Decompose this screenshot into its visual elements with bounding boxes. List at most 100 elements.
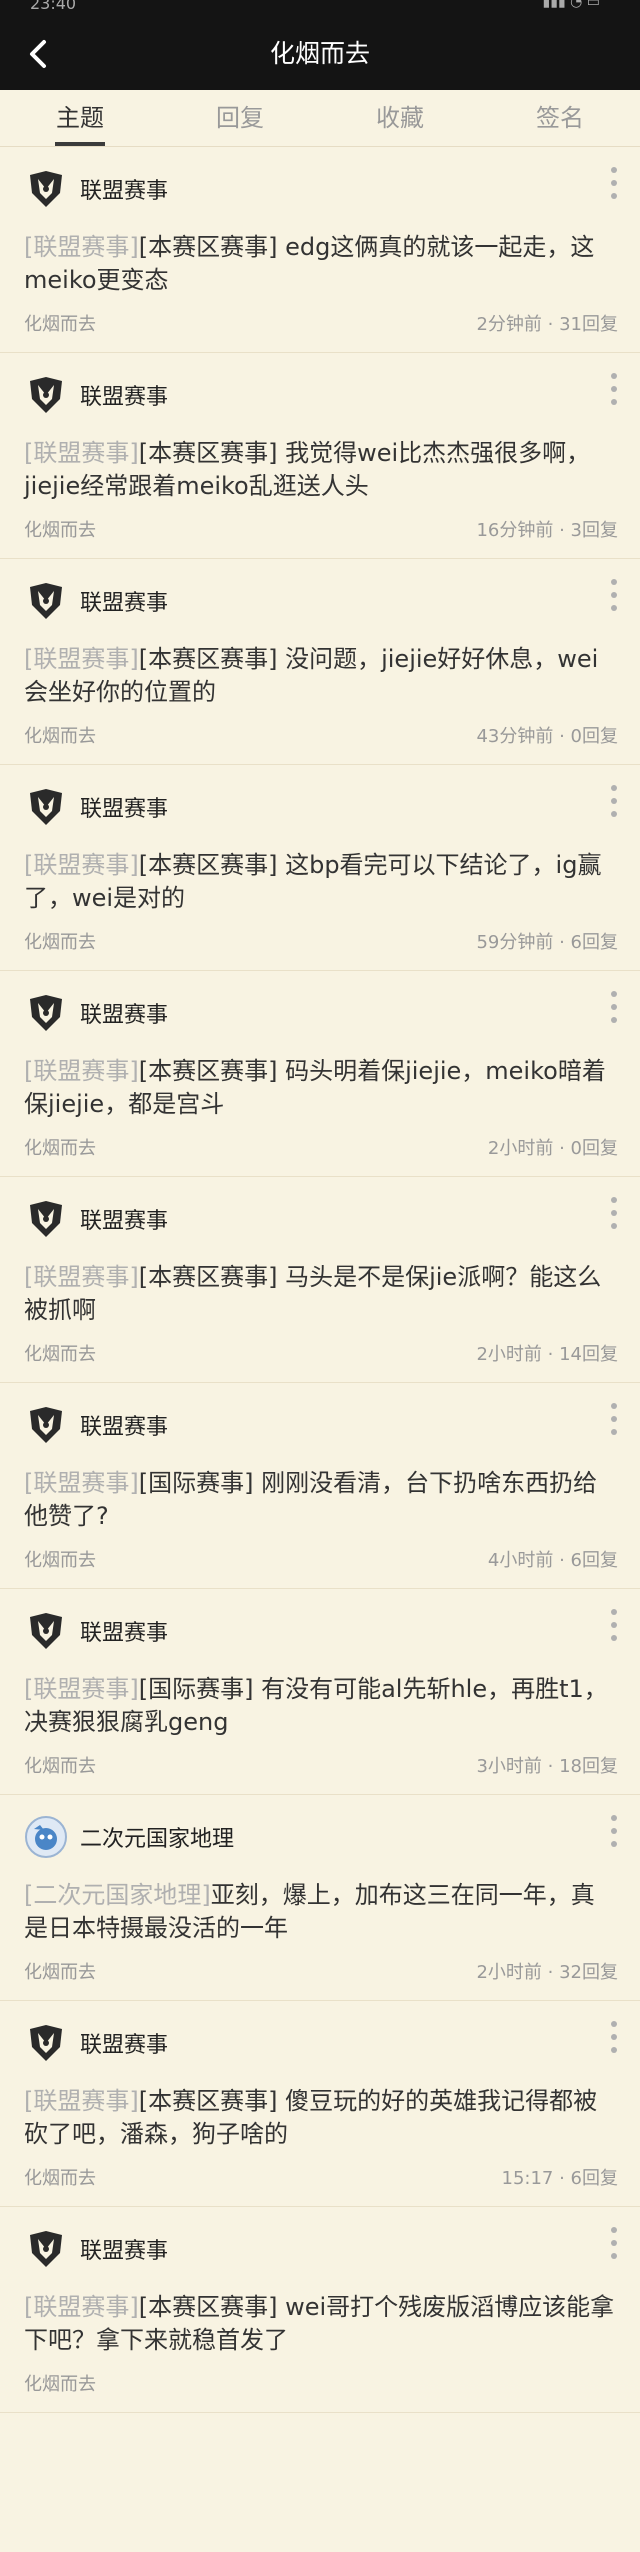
reply-count: 6回复 bbox=[570, 2168, 618, 2189]
status-bar: 23:40 ▮▮▮ ◔ ▭ bbox=[0, 0, 640, 18]
post-item[interactable]: 联盟赛事 [联盟赛事][本赛区赛事] 马头是不是保jie派啊？能这么被抓啊 化烟而去… bbox=[0, 1177, 640, 1383]
lol-league-icon[interactable] bbox=[24, 1403, 68, 1447]
post-content[interactable]: [联盟赛事][本赛区赛事] 没问题，jiejie好好休息，wei会坐好你的位置的 bbox=[24, 643, 618, 709]
lol-league-icon[interactable] bbox=[24, 373, 68, 417]
post-content[interactable]: [联盟赛事][国际赛事] 刚刚没看清，台下扔啥东西扔给他赞了? bbox=[24, 1467, 618, 1533]
tab-favorites[interactable]: 收藏 bbox=[320, 90, 480, 146]
anime-geo-icon[interactable] bbox=[24, 1815, 68, 1859]
post-author: 化烟而去 bbox=[24, 314, 96, 335]
post-time: 2小时前 bbox=[476, 1962, 542, 1983]
post-time: 2小时前 bbox=[476, 1344, 542, 1365]
post-content[interactable]: [二次元国家地理]亚刻，爆上，加布这三在同一年，真是日本特摄最没活的一年 bbox=[24, 1879, 618, 1945]
more-options-icon[interactable] bbox=[610, 1609, 618, 1641]
meta-separator: · bbox=[541, 314, 560, 335]
post-content[interactable]: [联盟赛事][本赛区赛事] 码头明着保jiejie，meiko暗着保jiejie… bbox=[24, 1055, 618, 1121]
post-meta: 43分钟前 · 0回复 bbox=[476, 722, 618, 748]
post-time: 43分钟前 bbox=[476, 726, 554, 747]
lol-league-icon[interactable] bbox=[24, 167, 68, 211]
tab-replies[interactable]: 回复 bbox=[160, 90, 320, 146]
more-options-icon[interactable] bbox=[610, 1815, 618, 1847]
tab-signature[interactable]: 签名 bbox=[480, 90, 640, 146]
post-time: 3小时前 bbox=[476, 1756, 542, 1777]
forum-tag: [联盟赛事] bbox=[24, 233, 139, 261]
forum-name[interactable]: 联盟赛事 bbox=[80, 1615, 168, 1647]
forum-tag: [联盟赛事] bbox=[24, 1469, 139, 1497]
post-item[interactable]: 二次元国家地理 [二次元国家地理]亚刻，爆上，加布这三在同一年，真是日本特摄最没活… bbox=[0, 1795, 640, 2001]
more-options-icon[interactable] bbox=[610, 2021, 618, 2053]
post-item[interactable]: 联盟赛事 [联盟赛事][本赛区赛事] 这bp看完可以下结论了，ig赢了，wei是对… bbox=[0, 765, 640, 971]
tab-topics[interactable]: 主题 bbox=[0, 90, 160, 146]
lol-league-icon[interactable] bbox=[24, 1609, 68, 1653]
reply-count: 6回复 bbox=[570, 932, 618, 953]
reply-count: 32回复 bbox=[559, 1962, 618, 1983]
forum-tag: [联盟赛事] bbox=[24, 1263, 139, 1291]
more-options-icon[interactable] bbox=[610, 1403, 618, 1435]
lol-league-icon[interactable] bbox=[24, 991, 68, 1035]
lol-league-icon[interactable] bbox=[24, 2227, 68, 2271]
more-options-icon[interactable] bbox=[610, 1197, 618, 1229]
more-options-icon[interactable] bbox=[610, 579, 618, 611]
post-author: 化烟而去 bbox=[24, 2168, 96, 2189]
post-meta: 2小时前 · 32回复 bbox=[476, 1958, 618, 1984]
post-meta: 2小时前 · 0回复 bbox=[488, 1134, 618, 1160]
lol-league-icon[interactable] bbox=[24, 2021, 68, 2065]
reply-count: 6回复 bbox=[570, 1550, 618, 1571]
more-options-icon[interactable] bbox=[610, 167, 618, 199]
forum-name[interactable]: 联盟赛事 bbox=[80, 2027, 168, 2059]
more-options-icon[interactable] bbox=[610, 991, 618, 1023]
post-item[interactable]: 联盟赛事 [联盟赛事][本赛区赛事] 没问题，jiejie好好休息，wei会坐好你… bbox=[0, 559, 640, 765]
forum-name[interactable]: 联盟赛事 bbox=[80, 173, 168, 205]
forum-tag: [联盟赛事] bbox=[24, 645, 139, 673]
post-content[interactable]: [联盟赛事][本赛区赛事] edg这俩真的就该一起走，这meiko更变态 bbox=[24, 231, 618, 297]
forum-name[interactable]: 联盟赛事 bbox=[80, 791, 168, 823]
post-meta: 2分钟前 · 31回复 bbox=[476, 310, 618, 336]
forum-tag: [联盟赛事] bbox=[24, 2293, 139, 2321]
post-content[interactable]: [联盟赛事][本赛区赛事] 我觉得wei比杰杰强很多啊，jiejie经常跟着me… bbox=[24, 437, 618, 503]
forum-tag: [联盟赛事] bbox=[24, 2087, 139, 2115]
meta-separator: · bbox=[553, 932, 571, 953]
lol-league-icon[interactable] bbox=[24, 579, 68, 623]
more-options-icon[interactable] bbox=[610, 373, 618, 405]
post-list[interactable]: 联盟赛事[联盟赛事][本赛区赛事] 你们觉得wei和jiejie哪个在ig打的更… bbox=[0, 147, 640, 2552]
post-content[interactable]: [联盟赛事][国际赛事] 有没有可能al先斩hle，再胜t1，决赛狠狠腐乳gen… bbox=[24, 1673, 618, 1739]
more-options-icon[interactable] bbox=[610, 785, 618, 817]
post-meta: 59分钟前 · 6回复 bbox=[476, 928, 618, 954]
status-indicators: ▮▮▮ ◔ ▭ bbox=[542, 0, 600, 10]
lol-league-icon[interactable] bbox=[24, 785, 68, 829]
forum-name[interactable]: 联盟赛事 bbox=[80, 585, 168, 617]
post-item[interactable]: 联盟赛事 [联盟赛事][国际赛事] 刚刚没看清，台下扔啥东西扔给他赞了? 化烟而去 4… bbox=[0, 1383, 640, 1589]
post-meta: 4小时前 · 6回复 bbox=[488, 1546, 618, 1572]
post-item[interactable]: 联盟赛事 [联盟赛事][本赛区赛事] 码头明着保jiejie，meiko暗着保ji… bbox=[0, 971, 640, 1177]
post-item[interactable]: 联盟赛事 [联盟赛事][本赛区赛事] 傻豆玩的好的英雄我记得都被砍了吧，潘森，狗子… bbox=[0, 2001, 640, 2207]
tab-bar: 主题 回复 收藏 签名 bbox=[0, 90, 640, 147]
post-author: 化烟而去 bbox=[24, 520, 96, 541]
reply-count: 0回复 bbox=[570, 1138, 618, 1159]
meta-separator: · bbox=[553, 520, 571, 541]
post-content[interactable]: [联盟赛事][本赛区赛事] 马头是不是保jie派啊？能这么被抓啊 bbox=[24, 1261, 618, 1327]
forum-name[interactable]: 联盟赛事 bbox=[80, 1409, 168, 1441]
page-title: 化烟而去 bbox=[269, 39, 370, 68]
header-bar: 化烟而去 bbox=[0, 18, 640, 90]
forum-name[interactable]: 联盟赛事 bbox=[80, 2233, 168, 2265]
post-author: 化烟而去 bbox=[24, 1756, 96, 1777]
post-item[interactable]: 联盟赛事 [联盟赛事][本赛区赛事] 我觉得wei比杰杰强很多啊，jiejie经常… bbox=[0, 353, 640, 559]
post-content[interactable]: [联盟赛事][本赛区赛事] wei哥打个残废版滔博应该能拿下吧？拿下来就稳首发了 bbox=[24, 2291, 618, 2357]
post-item[interactable]: 联盟赛事 [联盟赛事][本赛区赛事] edg这俩真的就该一起走，这meiko更变态… bbox=[0, 147, 640, 353]
post-content[interactable]: [联盟赛事][本赛区赛事] 这bp看完可以下结论了，ig赢了，wei是对的 bbox=[24, 849, 618, 915]
forum-tag: [联盟赛事] bbox=[24, 1675, 139, 1703]
more-options-icon[interactable] bbox=[610, 2227, 618, 2259]
forum-tag: [联盟赛事] bbox=[24, 439, 139, 467]
post-author: 化烟而去 bbox=[24, 932, 96, 953]
post-item[interactable]: 联盟赛事 [联盟赛事][本赛区赛事] wei哥打个残废版滔博应该能拿下吧？拿下来就… bbox=[0, 2207, 640, 2413]
forum-tag: [联盟赛事] bbox=[24, 851, 139, 879]
forum-name[interactable]: 联盟赛事 bbox=[80, 997, 168, 1029]
meta-separator: · bbox=[553, 1138, 571, 1159]
forum-name[interactable]: 二次元国家地理 bbox=[80, 1821, 234, 1853]
post-time: 15:17 bbox=[501, 2168, 554, 2189]
post-content[interactable]: [联盟赛事][本赛区赛事] 傻豆玩的好的英雄我记得都被砍了吧，潘森，狗子啥的 bbox=[24, 2085, 618, 2151]
lol-league-icon[interactable] bbox=[24, 1197, 68, 1241]
post-item[interactable]: 联盟赛事 [联盟赛事][国际赛事] 有没有可能al先斩hle，再胜t1，决赛狠狠腐… bbox=[0, 1589, 640, 1795]
forum-name[interactable]: 联盟赛事 bbox=[80, 379, 168, 411]
forum-name[interactable]: 联盟赛事 bbox=[80, 1203, 168, 1235]
reply-count: 3回复 bbox=[570, 520, 618, 541]
